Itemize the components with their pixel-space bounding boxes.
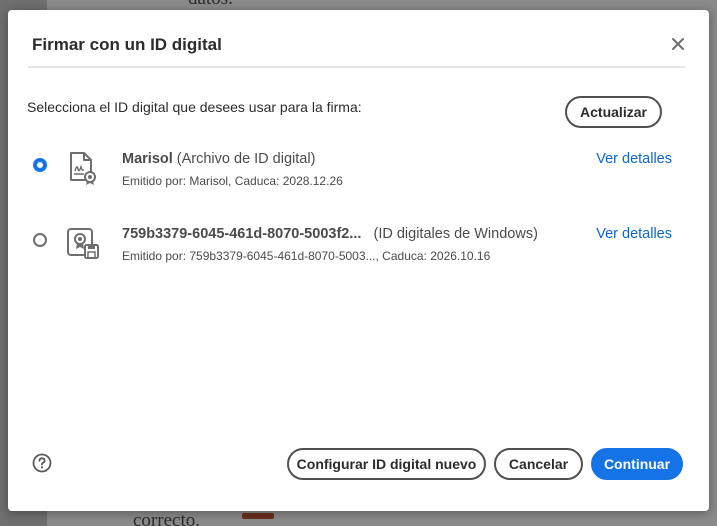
digital-id-row[interactable]: Marisol (Archivo de ID digital) Emitido … [28, 150, 688, 200]
digital-id-owner: 759b3379-6045-461d-8070-5003f2... [122, 226, 362, 242]
view-details-link[interactable]: Ver detalles [596, 226, 672, 242]
digital-id-radio-selected[interactable] [33, 158, 47, 172]
help-icon[interactable] [32, 453, 52, 473]
view-details-link[interactable]: Ver detalles [596, 151, 672, 167]
digital-id-name: 759b3379-6045-461d-8070-5003f2... (ID di… [122, 226, 538, 242]
background-text-top: datos. [188, 0, 233, 10]
title-divider [28, 66, 685, 68]
digital-id-type: (ID digitales de Windows) [361, 226, 538, 242]
digital-id-name: Marisol (Archivo de ID digital) [122, 151, 315, 167]
background-text-bottom: correcto. [133, 510, 200, 526]
instruction-text: Selecciona el ID digital que desees usar… [27, 99, 362, 115]
digital-id-row[interactable]: 759b3379-6045-461d-8070-5003f2... (ID di… [28, 225, 688, 275]
background-highlight-mark [242, 513, 274, 519]
digital-id-owner: Marisol [122, 151, 173, 167]
refresh-button[interactable]: Actualizar [565, 96, 662, 128]
continue-button[interactable]: Continuar [591, 448, 683, 480]
digital-id-radio-unselected[interactable] [33, 233, 47, 247]
cancel-button[interactable]: Cancelar [494, 448, 583, 480]
digital-id-subtitle: Emitido por: Marisol, Caduca: 2028.12.26 [122, 174, 343, 188]
close-icon[interactable] [669, 35, 687, 53]
configure-new-digital-id-button[interactable]: Configurar ID digital nuevo [287, 448, 486, 480]
digital-id-type: (Archivo de ID digital) [172, 151, 316, 167]
digital-id-subtitle: Emitido por: 759b3379-6045-461d-8070-500… [122, 249, 491, 263]
certificate-file-icon [65, 150, 101, 186]
dialog-title: Firmar con un ID digital [32, 35, 222, 54]
sign-digital-id-dialog: Firmar con un ID digital Selecciona el I… [8, 10, 709, 511]
windows-certificate-icon [65, 225, 101, 261]
